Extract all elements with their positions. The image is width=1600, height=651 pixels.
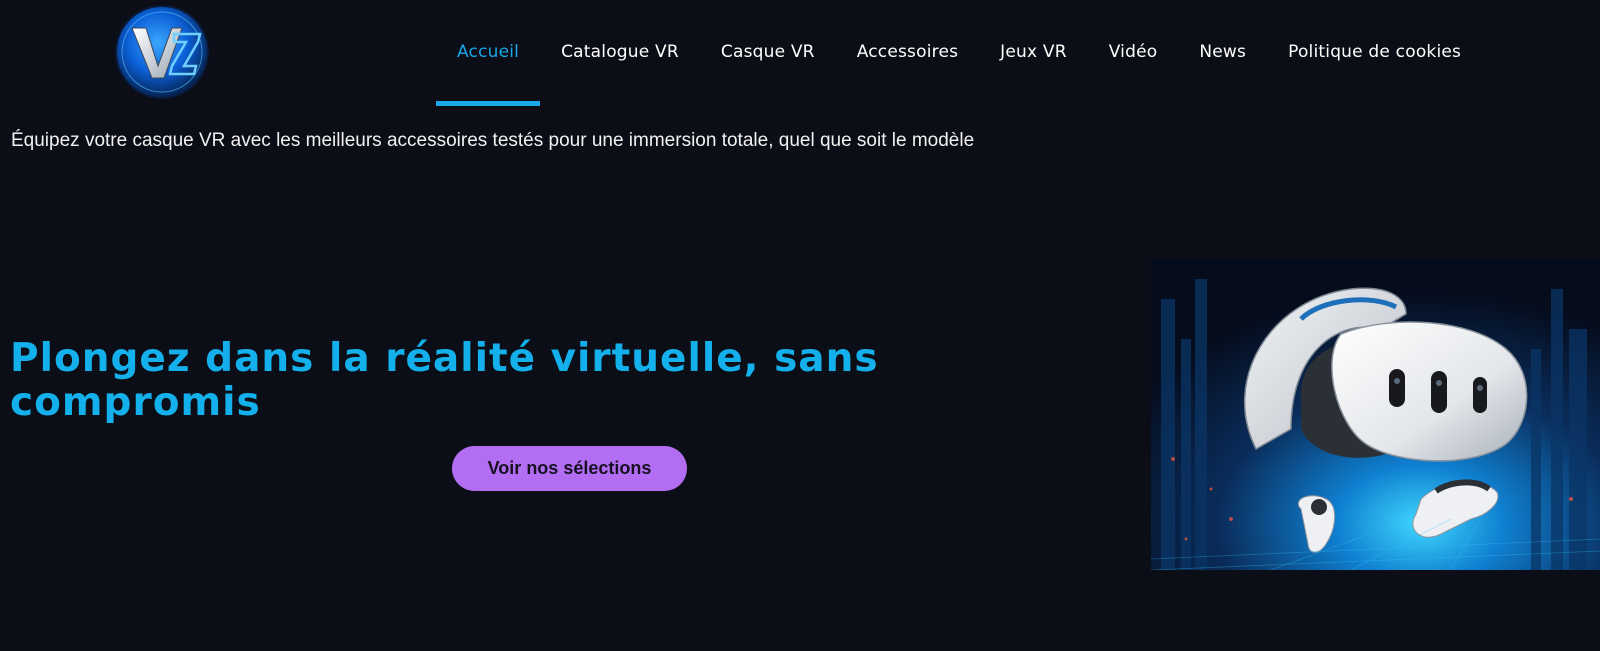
vr-headset-illustration bbox=[1151, 259, 1600, 570]
hero-title: Plongez dans la réalité virtuelle, sans … bbox=[10, 336, 879, 425]
main-nav: Accueil Catalogue VR Casque VR Accessoir… bbox=[436, 0, 1482, 108]
vr-logo-icon bbox=[115, 5, 209, 99]
vr-headset-image bbox=[1151, 259, 1600, 570]
nav-item-jeux-vr[interactable]: Jeux VR bbox=[979, 0, 1088, 108]
page: Accueil Catalogue VR Casque VR Accessoir… bbox=[0, 0, 1600, 651]
site-logo[interactable] bbox=[114, 4, 210, 100]
voir-nos-selections-button[interactable]: Voir nos sélections bbox=[452, 446, 687, 491]
nav-item-politique-de-cookies[interactable]: Politique de cookies bbox=[1267, 0, 1482, 108]
nav-item-video[interactable]: Vidéo bbox=[1088, 0, 1179, 108]
nav-item-news[interactable]: News bbox=[1178, 0, 1267, 108]
nav-item-accueil[interactable]: Accueil bbox=[436, 0, 541, 108]
site-tagline: Équipez votre casque VR avec les meilleu… bbox=[11, 130, 975, 151]
nav-item-casque-vr[interactable]: Casque VR bbox=[700, 0, 836, 108]
nav-item-catalogue-vr[interactable]: Catalogue VR bbox=[540, 0, 700, 108]
nav-item-accessoires[interactable]: Accessoires bbox=[836, 0, 979, 108]
